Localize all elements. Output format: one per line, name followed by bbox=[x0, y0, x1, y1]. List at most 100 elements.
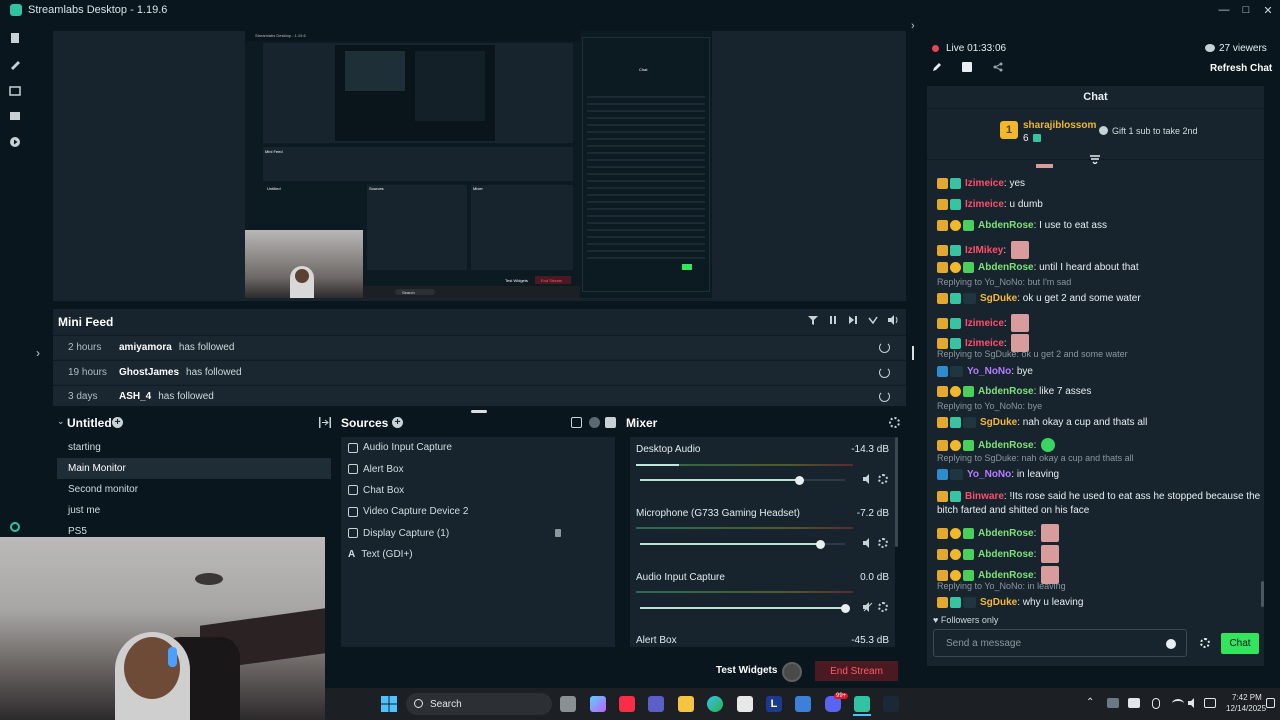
streamlabs-taskbar-icon[interactable] bbox=[854, 696, 870, 712]
source-item[interactable]: Display Capture (1) bbox=[341, 523, 615, 544]
chat-username[interactable]: Binware bbox=[965, 491, 1004, 502]
source-properties-icon[interactable] bbox=[571, 417, 582, 428]
minimize-button[interactable]: — bbox=[1213, 0, 1235, 20]
wifi-icon[interactable] bbox=[1172, 699, 1184, 708]
chat-username[interactable]: Yo_NoNo bbox=[967, 366, 1011, 377]
settings-icon[interactable] bbox=[9, 521, 21, 533]
scene-transitions-icon[interactable] bbox=[319, 417, 331, 428]
vscode-icon[interactable] bbox=[795, 696, 811, 712]
gear-icon[interactable] bbox=[878, 474, 888, 484]
task-view-icon[interactable] bbox=[560, 696, 576, 712]
volume-icon[interactable] bbox=[863, 474, 873, 484]
tray-app-icon[interactable] bbox=[1107, 698, 1119, 708]
gear-icon[interactable] bbox=[878, 602, 888, 612]
source-item[interactable]: Video Capture Device 2 bbox=[341, 501, 615, 522]
skip-alert-icon[interactable] bbox=[848, 315, 858, 325]
end-stream-button[interactable]: End Stream bbox=[815, 661, 898, 681]
editor-icon[interactable] bbox=[9, 32, 21, 44]
collapse-chat-icon[interactable]: › bbox=[911, 20, 915, 32]
teams-icon[interactable] bbox=[648, 696, 664, 712]
close-button[interactable]: ✕ bbox=[1257, 0, 1279, 20]
refresh-chat-button[interactable]: Refresh Chat bbox=[1210, 63, 1272, 74]
scene-item[interactable]: starting bbox=[57, 437, 331, 458]
source-item[interactable]: Alert Box bbox=[341, 458, 615, 479]
chevron-up-icon[interactable]: ⌃ bbox=[1086, 697, 1094, 708]
clock-time[interactable]: 7:42 PM bbox=[1232, 693, 1262, 702]
themes-icon[interactable] bbox=[9, 58, 21, 70]
mute-notifications-icon[interactable] bbox=[868, 315, 878, 325]
copilot-icon[interactable] bbox=[590, 696, 606, 712]
chevron-down-icon[interactable]: ⌄ bbox=[57, 416, 65, 427]
speaker-icon[interactable] bbox=[1188, 698, 1198, 708]
notifications-icon[interactable] bbox=[1266, 698, 1275, 708]
highlighter-icon[interactable] bbox=[9, 110, 21, 122]
chat-username[interactable]: AbdenRose bbox=[978, 262, 1034, 273]
chat-username[interactable]: AbdenRose bbox=[978, 220, 1034, 231]
scene-collection-title[interactable]: Untitled bbox=[67, 416, 112, 430]
source-item[interactable]: A Text (GDI+) bbox=[341, 544, 615, 565]
mixer-settings-icon[interactable] bbox=[889, 417, 900, 428]
steam-icon[interactable] bbox=[883, 696, 899, 712]
chat-username[interactable]: SgDuke bbox=[980, 417, 1017, 428]
chat-input[interactable]: Send a message bbox=[933, 629, 1187, 657]
pause-icon[interactable] bbox=[828, 315, 838, 325]
folder-icon[interactable] bbox=[605, 417, 616, 428]
rec-icon[interactable] bbox=[782, 662, 802, 682]
taskbar-search[interactable]: Search bbox=[406, 693, 552, 715]
scene-item[interactable]: Second monitor bbox=[57, 479, 331, 500]
volume-icon[interactable] bbox=[863, 538, 873, 548]
edit-icon[interactable] bbox=[932, 62, 942, 72]
scene-item[interactable]: just me bbox=[57, 500, 331, 521]
store-icon[interactable] bbox=[737, 696, 753, 712]
chat-settings-icon[interactable] bbox=[1200, 638, 1210, 648]
add-source-icon[interactable]: + bbox=[392, 417, 403, 428]
chat-username[interactable]: SgDuke bbox=[980, 597, 1017, 608]
filter-icon[interactable] bbox=[808, 315, 818, 325]
microphone-icon[interactable] bbox=[1152, 698, 1160, 709]
test-widgets-button[interactable]: Test Widgets bbox=[716, 665, 777, 676]
chat-username[interactable]: AbdenRose bbox=[978, 440, 1034, 451]
battery-icon[interactable] bbox=[1204, 698, 1216, 708]
chat-send-button[interactable]: Chat bbox=[1221, 633, 1259, 654]
source-item[interactable]: Audio Input Capture bbox=[341, 437, 615, 458]
source-item[interactable]: Chat Box bbox=[341, 480, 615, 501]
l-app-icon[interactable]: L bbox=[766, 696, 782, 712]
edge-icon[interactable] bbox=[707, 696, 723, 712]
chat-username[interactable]: IzIMikey bbox=[965, 245, 1003, 256]
collapse-icon[interactable] bbox=[1090, 154, 1100, 164]
repeat-alert-icon[interactable] bbox=[879, 342, 890, 353]
lock-icon[interactable] bbox=[555, 528, 561, 537]
chat-username[interactable]: AbdenRose bbox=[978, 570, 1034, 581]
clock-date[interactable]: 12/14/2025 bbox=[1226, 704, 1266, 713]
add-scene-icon[interactable]: + bbox=[112, 417, 123, 428]
dashboard-icon[interactable] bbox=[962, 62, 972, 72]
expand-panel-icon[interactable]: › bbox=[36, 346, 40, 360]
feed-resize-handle[interactable] bbox=[471, 410, 487, 413]
chat-username[interactable]: SgDuke bbox=[980, 293, 1017, 304]
maximize-button[interactable]: □ bbox=[1235, 0, 1257, 20]
chat-scrollbar[interactable] bbox=[1261, 581, 1264, 607]
windows-start-icon[interactable] bbox=[381, 696, 397, 712]
mixer-scrollbar[interactable] bbox=[895, 437, 898, 547]
volume-slider[interactable] bbox=[640, 603, 850, 613]
store-icon[interactable] bbox=[9, 84, 21, 96]
volume-icon[interactable] bbox=[888, 315, 899, 325]
chat-username[interactable]: AbdenRose bbox=[978, 386, 1034, 397]
scene-item-selected[interactable]: Main Monitor bbox=[57, 458, 331, 479]
apple-music-icon[interactable] bbox=[619, 696, 635, 712]
volume-slider[interactable] bbox=[640, 475, 845, 485]
tray-app-icon-2[interactable] bbox=[1128, 698, 1140, 708]
gear-icon[interactable] bbox=[878, 538, 888, 548]
repeat-alert-icon[interactable] bbox=[879, 390, 890, 402]
play-icon[interactable] bbox=[9, 136, 21, 148]
chat-username[interactable]: Izimeice bbox=[965, 318, 1004, 329]
volume-slider[interactable] bbox=[640, 539, 845, 549]
emoji-icon[interactable] bbox=[1166, 639, 1176, 649]
chat-username[interactable]: AbdenRose bbox=[978, 528, 1034, 539]
repeat-alert-icon[interactable] bbox=[879, 367, 890, 378]
chat-username[interactable]: Izimeice bbox=[965, 199, 1004, 210]
chat-username[interactable]: AbdenRose bbox=[978, 549, 1034, 560]
chat-username[interactable]: Yo_NoNo bbox=[967, 469, 1011, 480]
share-icon[interactable] bbox=[993, 62, 1003, 72]
chat-resize-handle[interactable] bbox=[912, 346, 914, 360]
